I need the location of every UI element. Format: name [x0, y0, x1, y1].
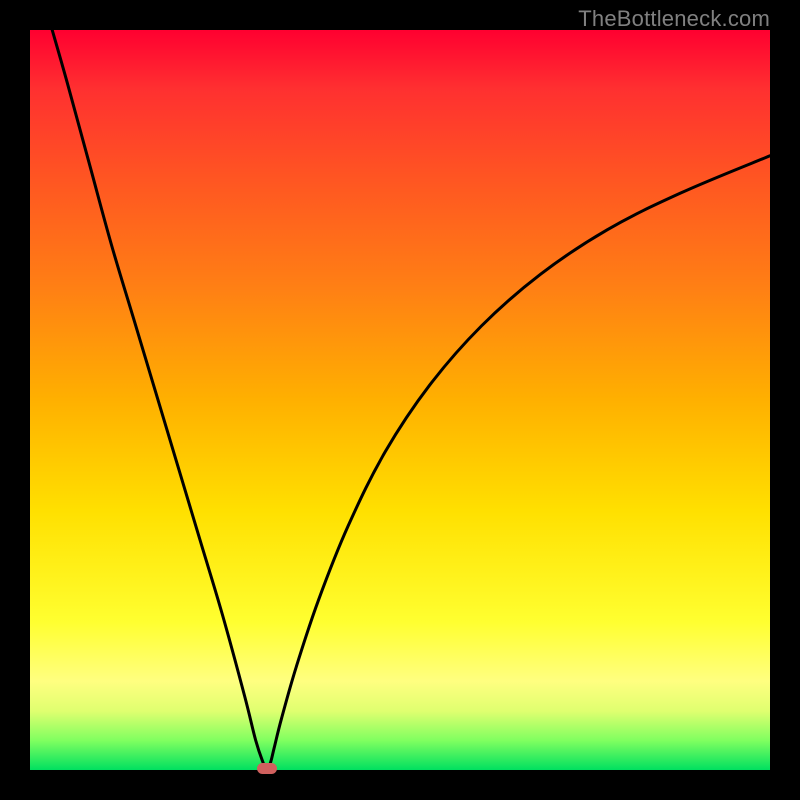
minimum-marker — [257, 763, 277, 774]
plot-area — [30, 30, 770, 770]
curve-svg — [30, 30, 770, 770]
chart-frame: TheBottleneck.com — [0, 0, 800, 800]
watermark-label: TheBottleneck.com — [578, 6, 770, 32]
bottleneck-curve — [52, 30, 770, 770]
